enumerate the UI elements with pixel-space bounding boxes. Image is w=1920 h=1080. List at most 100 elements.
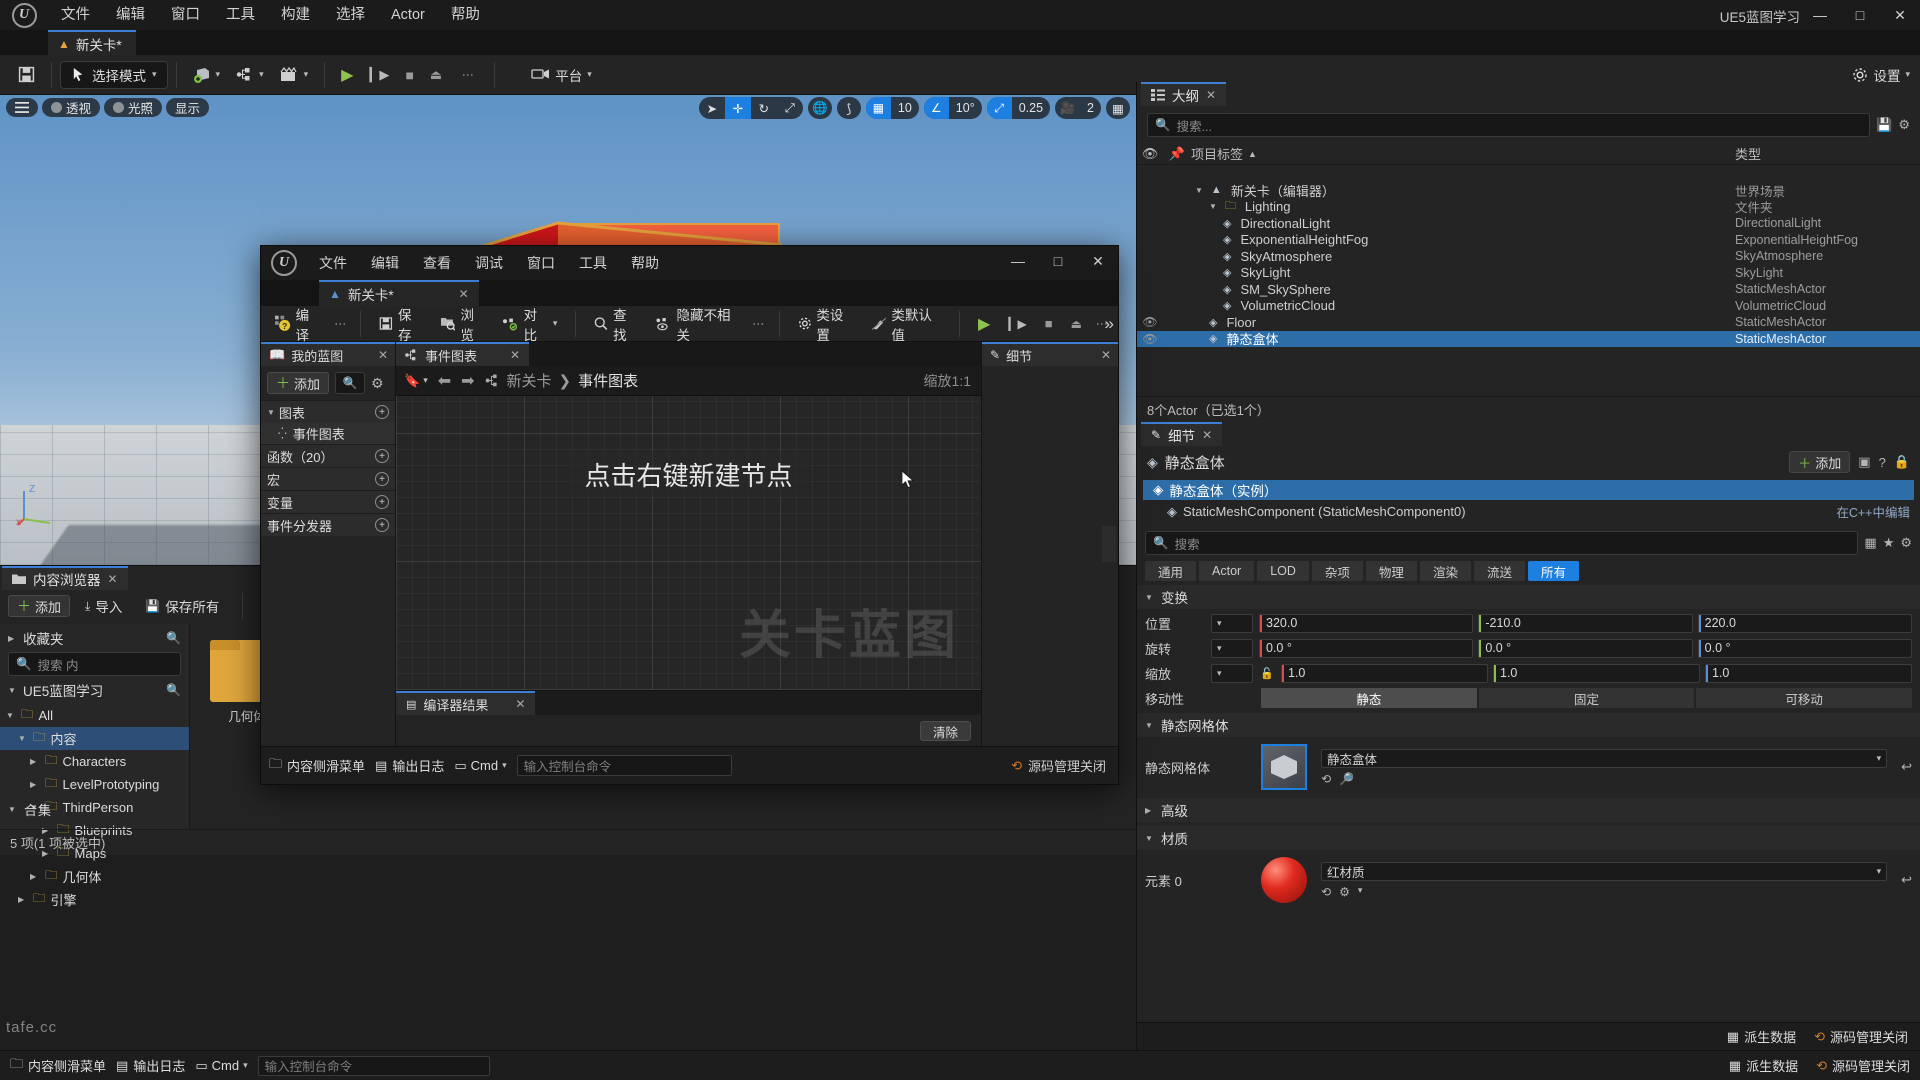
bp-menu-debug[interactable]: 调试 <box>463 246 515 280</box>
scale-y[interactable]: 1.0 <box>1493 663 1700 683</box>
content-search-input[interactable]: 🔍 搜索 内 <box>8 652 181 676</box>
play-options-button[interactable]: ⋮ <box>450 61 486 89</box>
clear-results-button[interactable]: 清除 <box>919 721 971 741</box>
my-blueprint-category[interactable]: 变量 + <box>261 490 395 513</box>
outliner-row[interactable]: ◈ DirectionalLight DirectionalLight <box>1137 215 1920 232</box>
chevron-down-icon[interactable]: ▼ <box>1195 186 1203 195</box>
material-thumbnail[interactable] <box>1261 857 1307 903</box>
outliner-row[interactable]: ◈ VolumetricCloud VolumetricCloud <box>1137 298 1920 315</box>
component-child-row[interactable]: ◈ StaticMeshComponent (StaticMeshCompone… <box>1137 500 1920 523</box>
close-button[interactable]: ✕ <box>1880 0 1920 30</box>
viewport-menu-button[interactable] <box>6 97 38 117</box>
close-icon[interactable]: ✕ <box>510 348 520 362</box>
details-filter-tab[interactable]: 渲染 <box>1419 561 1471 581</box>
favorites-search-icon[interactable]: 🔍 <box>166 631 181 645</box>
content-import-button[interactable]: ⤓ 导入 <box>77 592 130 620</box>
add-item-icon[interactable]: + <box>375 518 389 532</box>
rotation-x[interactable]: 0.0 ° <box>1259 638 1474 658</box>
lock-icon[interactable]: 🔒 <box>1894 454 1910 470</box>
menu-file[interactable]: 文件 <box>48 0 103 30</box>
bp-step-button[interactable]: ▎▶ <box>1000 310 1034 338</box>
select-arrow-icon[interactable]: ➤ <box>699 97 725 119</box>
eye-icon[interactable]: 👁 <box>1137 332 1163 346</box>
rotation-z[interactable]: 0.0 ° <box>1697 638 1912 658</box>
outliner-row[interactable]: ▼ ▲ 新关卡（编辑器） 世界场景 <box>1137 182 1920 199</box>
viewport-show-button[interactable]: 显示 <box>166 97 210 117</box>
mobility-option[interactable]: 固定 <box>1478 688 1695 708</box>
tab-content-browser[interactable]: 内容浏览器 ✕ <box>2 566 128 590</box>
bookmark-button[interactable]: 🔖 ▾ <box>404 373 428 389</box>
bp-browse-button[interactable]: 浏览 <box>433 308 493 343</box>
tab-outliner[interactable]: 大纲 ✕ <box>1141 82 1227 106</box>
world-coordinate-icon[interactable]: 🌐 <box>807 97 832 119</box>
chevron-down-icon[interactable]: ▼ <box>267 408 275 417</box>
chevron-down-icon[interactable]: ▼ <box>18 734 28 743</box>
cinematics-button[interactable]: ▾ <box>272 61 317 89</box>
pin-icon[interactable]: 📌 <box>1163 146 1191 162</box>
cmd-dropdown[interactable]: ▭ Cmd ▾ <box>195 1058 247 1074</box>
outliner-row[interactable]: 👁 ◈ 静态盒体 StaticMeshActor <box>1137 330 1920 347</box>
content-tree-row[interactable]: ▶ 🗀 引擎 <box>0 888 189 911</box>
details-filter-tab[interactable]: LOD <box>1257 561 1309 581</box>
surface-snap-icon[interactable]: ⟆ <box>836 97 861 119</box>
details-add-button[interactable]: ＋添加 <box>1789 451 1851 473</box>
scale-z[interactable]: 1.0 <box>1705 663 1912 683</box>
bp-menu-edit[interactable]: 编辑 <box>359 246 411 280</box>
edit-in-cpp-link[interactable]: 在C++中编辑 <box>1836 502 1910 521</box>
close-icon[interactable]: ✕ <box>1202 428 1212 442</box>
save-button[interactable] <box>10 61 43 89</box>
scale-x[interactable]: 1.0 <box>1281 663 1488 683</box>
bp-play-button[interactable]: ▶ <box>970 310 998 338</box>
details-search-input[interactable]: 🔍 搜索 <box>1145 531 1859 555</box>
chevron-right-icon[interactable]: ▶ <box>18 895 28 904</box>
details-settings-icon[interactable]: ⚙ <box>1900 535 1912 551</box>
grid-view-icon[interactable]: ▦ <box>1864 535 1876 551</box>
content-drawer-button[interactable]: 🗀 内容侧滑菜单 <box>10 1055 106 1077</box>
chevron-right-icon[interactable]: ▶ <box>30 780 40 789</box>
static-mesh-combo[interactable]: 静态盒体 ▾ <box>1321 748 1888 768</box>
outliner-save-icon[interactable]: 💾 <box>1876 117 1892 133</box>
section-transform[interactable]: ▼ 变换 <box>1137 585 1920 609</box>
section-advanced[interactable]: ▶ 高级 <box>1137 798 1920 822</box>
favorite-icon[interactable]: ★ <box>1883 535 1895 551</box>
back-arrow-icon[interactable]: ⬅ <box>438 371 451 391</box>
location-z[interactable]: 220.0 <box>1697 613 1912 633</box>
source-control-button[interactable]: ⟲ 源码管理关闭 <box>1814 1027 1908 1046</box>
tab-my-blueprint[interactable]: 📖 我的蓝图 ✕ <box>261 342 395 366</box>
bp-menu-view[interactable]: 查看 <box>411 246 463 280</box>
content-tree-row[interactable]: ▶ 🗀 Characters <box>0 750 189 773</box>
bp-output-log-button[interactable]: ▤ 输出日志 <box>375 756 444 775</box>
tab-level[interactable]: ▲ 新关卡* <box>48 30 136 55</box>
close-icon[interactable]: ✕ <box>108 572 118 586</box>
content-tree-row[interactable]: ▼ 🗀 All <box>0 704 189 727</box>
bp-minimize-button[interactable]: — <box>998 246 1038 276</box>
bp-stop-button[interactable]: ■ <box>1037 310 1061 338</box>
chevron-down-icon[interactable]: ▼ <box>6 711 16 720</box>
mobility-option[interactable]: 静态 <box>1261 688 1477 708</box>
my-blueprint-settings-icon[interactable]: ⚙ <box>371 375 384 392</box>
location-y[interactable]: -210.0 <box>1478 613 1693 633</box>
material-combo[interactable]: 红材质 ▾ <box>1321 861 1888 881</box>
class-settings-button[interactable]: 类设置 <box>790 308 862 343</box>
browse-asset-icon[interactable]: ⟲ <box>1321 772 1331 786</box>
content-tree-row[interactable]: ▼ 🗀 内容 <box>0 727 189 750</box>
my-blueprint-category[interactable]: 函数（20） + <box>261 444 395 467</box>
outliner-row[interactable]: 👁 ◈ Floor StaticMeshActor <box>1137 314 1920 331</box>
bp-save-button[interactable]: 保存 <box>371 308 431 343</box>
eject-button[interactable]: ⏏ <box>422 61 450 89</box>
details-filter-tab[interactable]: 物理 <box>1365 561 1417 581</box>
menu-edit[interactable]: 编辑 <box>103 0 158 30</box>
play-button[interactable]: ▶ <box>333 61 361 89</box>
my-blueprint-add-button[interactable]: ＋ 添加 <box>267 372 330 394</box>
add-item-icon[interactable]: + <box>375 495 389 509</box>
hide-unrelated-options-icon[interactable]: ⋮ <box>749 318 769 330</box>
bp-maximize-button[interactable]: □ <box>1038 246 1078 276</box>
minimize-button[interactable]: — <box>1800 0 1840 30</box>
outliner-search-input[interactable]: 🔍 搜索... <box>1147 113 1871 137</box>
output-log-button[interactable]: ▤ 输出日志 <box>116 1056 185 1075</box>
close-icon[interactable]: ✕ <box>515 697 525 711</box>
derived-data-button[interactable]: ▦ 派生数据 <box>1729 1056 1798 1075</box>
scale-snap-control[interactable]: ⤢ 0.25 <box>986 97 1051 119</box>
add-item-icon[interactable]: + <box>375 472 389 486</box>
bp-find-button[interactable]: 查找 <box>586 308 646 343</box>
